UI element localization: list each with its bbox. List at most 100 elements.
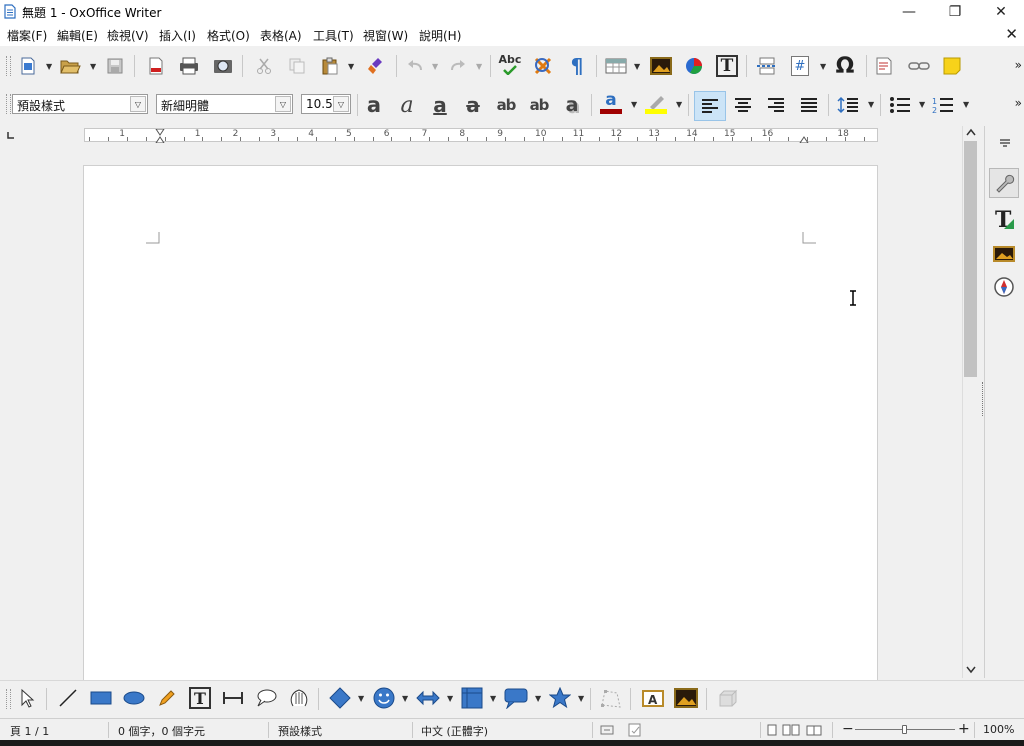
chevron-down-icon[interactable]: ▽	[130, 96, 146, 112]
zoom-out-button[interactable]: −	[842, 721, 854, 737]
word-count-status[interactable]: 0 個字，0 個字元	[118, 723, 205, 739]
callout-shapes-button[interactable]	[504, 686, 528, 710]
select-tool-button[interactable]	[15, 686, 39, 710]
export-pdf-button[interactable]	[144, 54, 168, 78]
cut-button[interactable]	[252, 54, 276, 78]
sidebar-resize-handle[interactable]	[982, 382, 986, 416]
symbol-shapes-dropdown-arrow[interactable]: ▼	[402, 694, 408, 703]
undo-button[interactable]	[403, 54, 427, 78]
font-name-combo[interactable]: 新細明體 ▽	[156, 94, 293, 114]
chevron-down-icon[interactable]: ▽	[333, 96, 349, 112]
left-indent-marker[interactable]	[155, 129, 165, 143]
open-button[interactable]	[58, 54, 82, 78]
restore-button[interactable]: ❐	[932, 0, 978, 24]
align-center-button[interactable]	[731, 93, 755, 117]
align-left-button[interactable]	[694, 91, 726, 121]
new-document-button[interactable]	[16, 54, 40, 78]
subscript-button[interactable]: ab	[527, 93, 551, 117]
points-button[interactable]	[599, 686, 623, 710]
dimension-line-button[interactable]	[221, 686, 245, 710]
insert-field-button[interactable]: #	[788, 54, 812, 78]
superscript-button[interactable]: ab	[494, 93, 518, 117]
insert-table-button[interactable]	[604, 54, 628, 78]
highlight-button[interactable]	[644, 91, 668, 115]
close-button[interactable]: ✕	[978, 0, 1024, 24]
callout-shapes-dropdown-arrow[interactable]: ▼	[535, 694, 541, 703]
more-tools-button[interactable]: »	[1015, 58, 1022, 72]
zoom-in-button[interactable]: +	[958, 721, 970, 737]
insert-page-break-button[interactable]	[755, 54, 779, 78]
insert-image-draw-button[interactable]	[674, 686, 698, 710]
justify-button[interactable]	[797, 93, 821, 117]
horizontal-ruler[interactable]: 1 1 2 3 4 5 6 7 8 9 10 11 12 13 14 15 16 18	[84, 128, 878, 143]
numbering-button[interactable]: 12	[931, 93, 955, 117]
fontwork-tool-button[interactable]	[287, 686, 311, 710]
scrollbar-thumb[interactable]	[964, 141, 977, 377]
block-arrows-dropdown-arrow[interactable]: ▼	[447, 694, 453, 703]
shadow-button[interactable]: a	[560, 93, 584, 117]
menu-table[interactable]: 表格(A)	[260, 27, 302, 44]
special-character-button[interactable]: Ω	[833, 54, 857, 79]
line-spacing-button[interactable]	[836, 93, 860, 117]
stars-dropdown-arrow[interactable]: ▼	[578, 694, 584, 703]
basic-shapes-button[interactable]	[328, 686, 352, 710]
table-dropdown-arrow[interactable]: ▼	[634, 62, 640, 71]
italic-button[interactable]: a	[395, 93, 419, 118]
fontwork-gallery-button[interactable]: A	[641, 686, 665, 710]
autospellcheck-button[interactable]	[531, 54, 555, 78]
highlight-dropdown-arrow[interactable]: ▼	[676, 100, 682, 109]
sidebar-gallery-button[interactable]	[991, 240, 1017, 266]
sidebar-menu-icon[interactable]	[999, 138, 1011, 148]
insert-chart-button[interactable]	[682, 54, 706, 78]
clone-formatting-button[interactable]	[364, 54, 388, 78]
menu-tools[interactable]: 工具(T)	[313, 27, 354, 44]
extrusion-button[interactable]	[716, 686, 740, 710]
page-number-status[interactable]: 頁 1 / 1	[10, 723, 49, 739]
rectangle-tool-button[interactable]	[89, 686, 113, 710]
right-indent-marker[interactable]	[799, 129, 809, 143]
comment-button[interactable]	[940, 54, 964, 78]
freeform-tool-button[interactable]	[155, 686, 179, 710]
redo-button[interactable]	[446, 54, 470, 78]
sidebar-navigator-button[interactable]	[991, 274, 1017, 300]
menu-view[interactable]: 檢視(V)	[107, 27, 149, 44]
text-tool-button[interactable]: T	[188, 686, 212, 710]
document-modified-icon[interactable]	[628, 723, 642, 737]
tab-stop-type-icon[interactable]	[6, 130, 16, 140]
sidebar-properties-button[interactable]	[989, 168, 1019, 198]
redo-dropdown-arrow[interactable]: ▼	[476, 62, 482, 71]
scroll-down-arrow-icon[interactable]	[966, 666, 976, 674]
toolbar-grip[interactable]	[6, 94, 11, 114]
font-color-dropdown-arrow[interactable]: ▼	[631, 100, 637, 109]
insert-mode-icon[interactable]	[600, 724, 614, 736]
single-page-view-icon[interactable]	[767, 724, 777, 736]
menu-insert[interactable]: 插入(I)	[159, 27, 196, 44]
toolbar-grip[interactable]	[6, 689, 11, 709]
chevron-down-icon[interactable]: ▽	[275, 96, 291, 112]
undo-dropdown-arrow[interactable]: ▼	[432, 62, 438, 71]
line-spacing-dropdown-arrow[interactable]: ▼	[868, 100, 874, 109]
toolbar-grip[interactable]	[6, 56, 11, 76]
menu-window[interactable]: 視窗(W)	[363, 27, 408, 44]
save-button[interactable]	[103, 54, 127, 78]
track-changes-button[interactable]	[873, 54, 897, 78]
print-button[interactable]	[177, 54, 201, 78]
font-color-button[interactable]: a	[599, 91, 623, 115]
scroll-up-arrow-icon[interactable]	[966, 128, 976, 136]
sidebar-styles-button[interactable]: T	[991, 206, 1017, 232]
field-dropdown-arrow[interactable]: ▼	[820, 62, 826, 71]
stars-button[interactable]	[548, 686, 572, 710]
minimize-button[interactable]: —	[886, 0, 932, 24]
more-formatting-button[interactable]: »	[1015, 96, 1022, 110]
flowchart-button[interactable]	[460, 686, 484, 710]
underline-button[interactable]: a	[428, 93, 452, 117]
hyperlink-button[interactable]	[907, 54, 931, 78]
bold-button[interactable]: a	[362, 93, 386, 117]
callout-tool-button[interactable]	[254, 686, 278, 710]
bullets-button[interactable]	[888, 93, 912, 117]
font-size-combo[interactable]: 10.5 ▽	[301, 94, 351, 114]
menu-format[interactable]: 格式(O)	[207, 27, 250, 44]
symbol-shapes-button[interactable]	[372, 686, 396, 710]
numbering-dropdown-arrow[interactable]: ▼	[963, 100, 969, 109]
zoom-slider-thumb[interactable]	[902, 725, 907, 734]
